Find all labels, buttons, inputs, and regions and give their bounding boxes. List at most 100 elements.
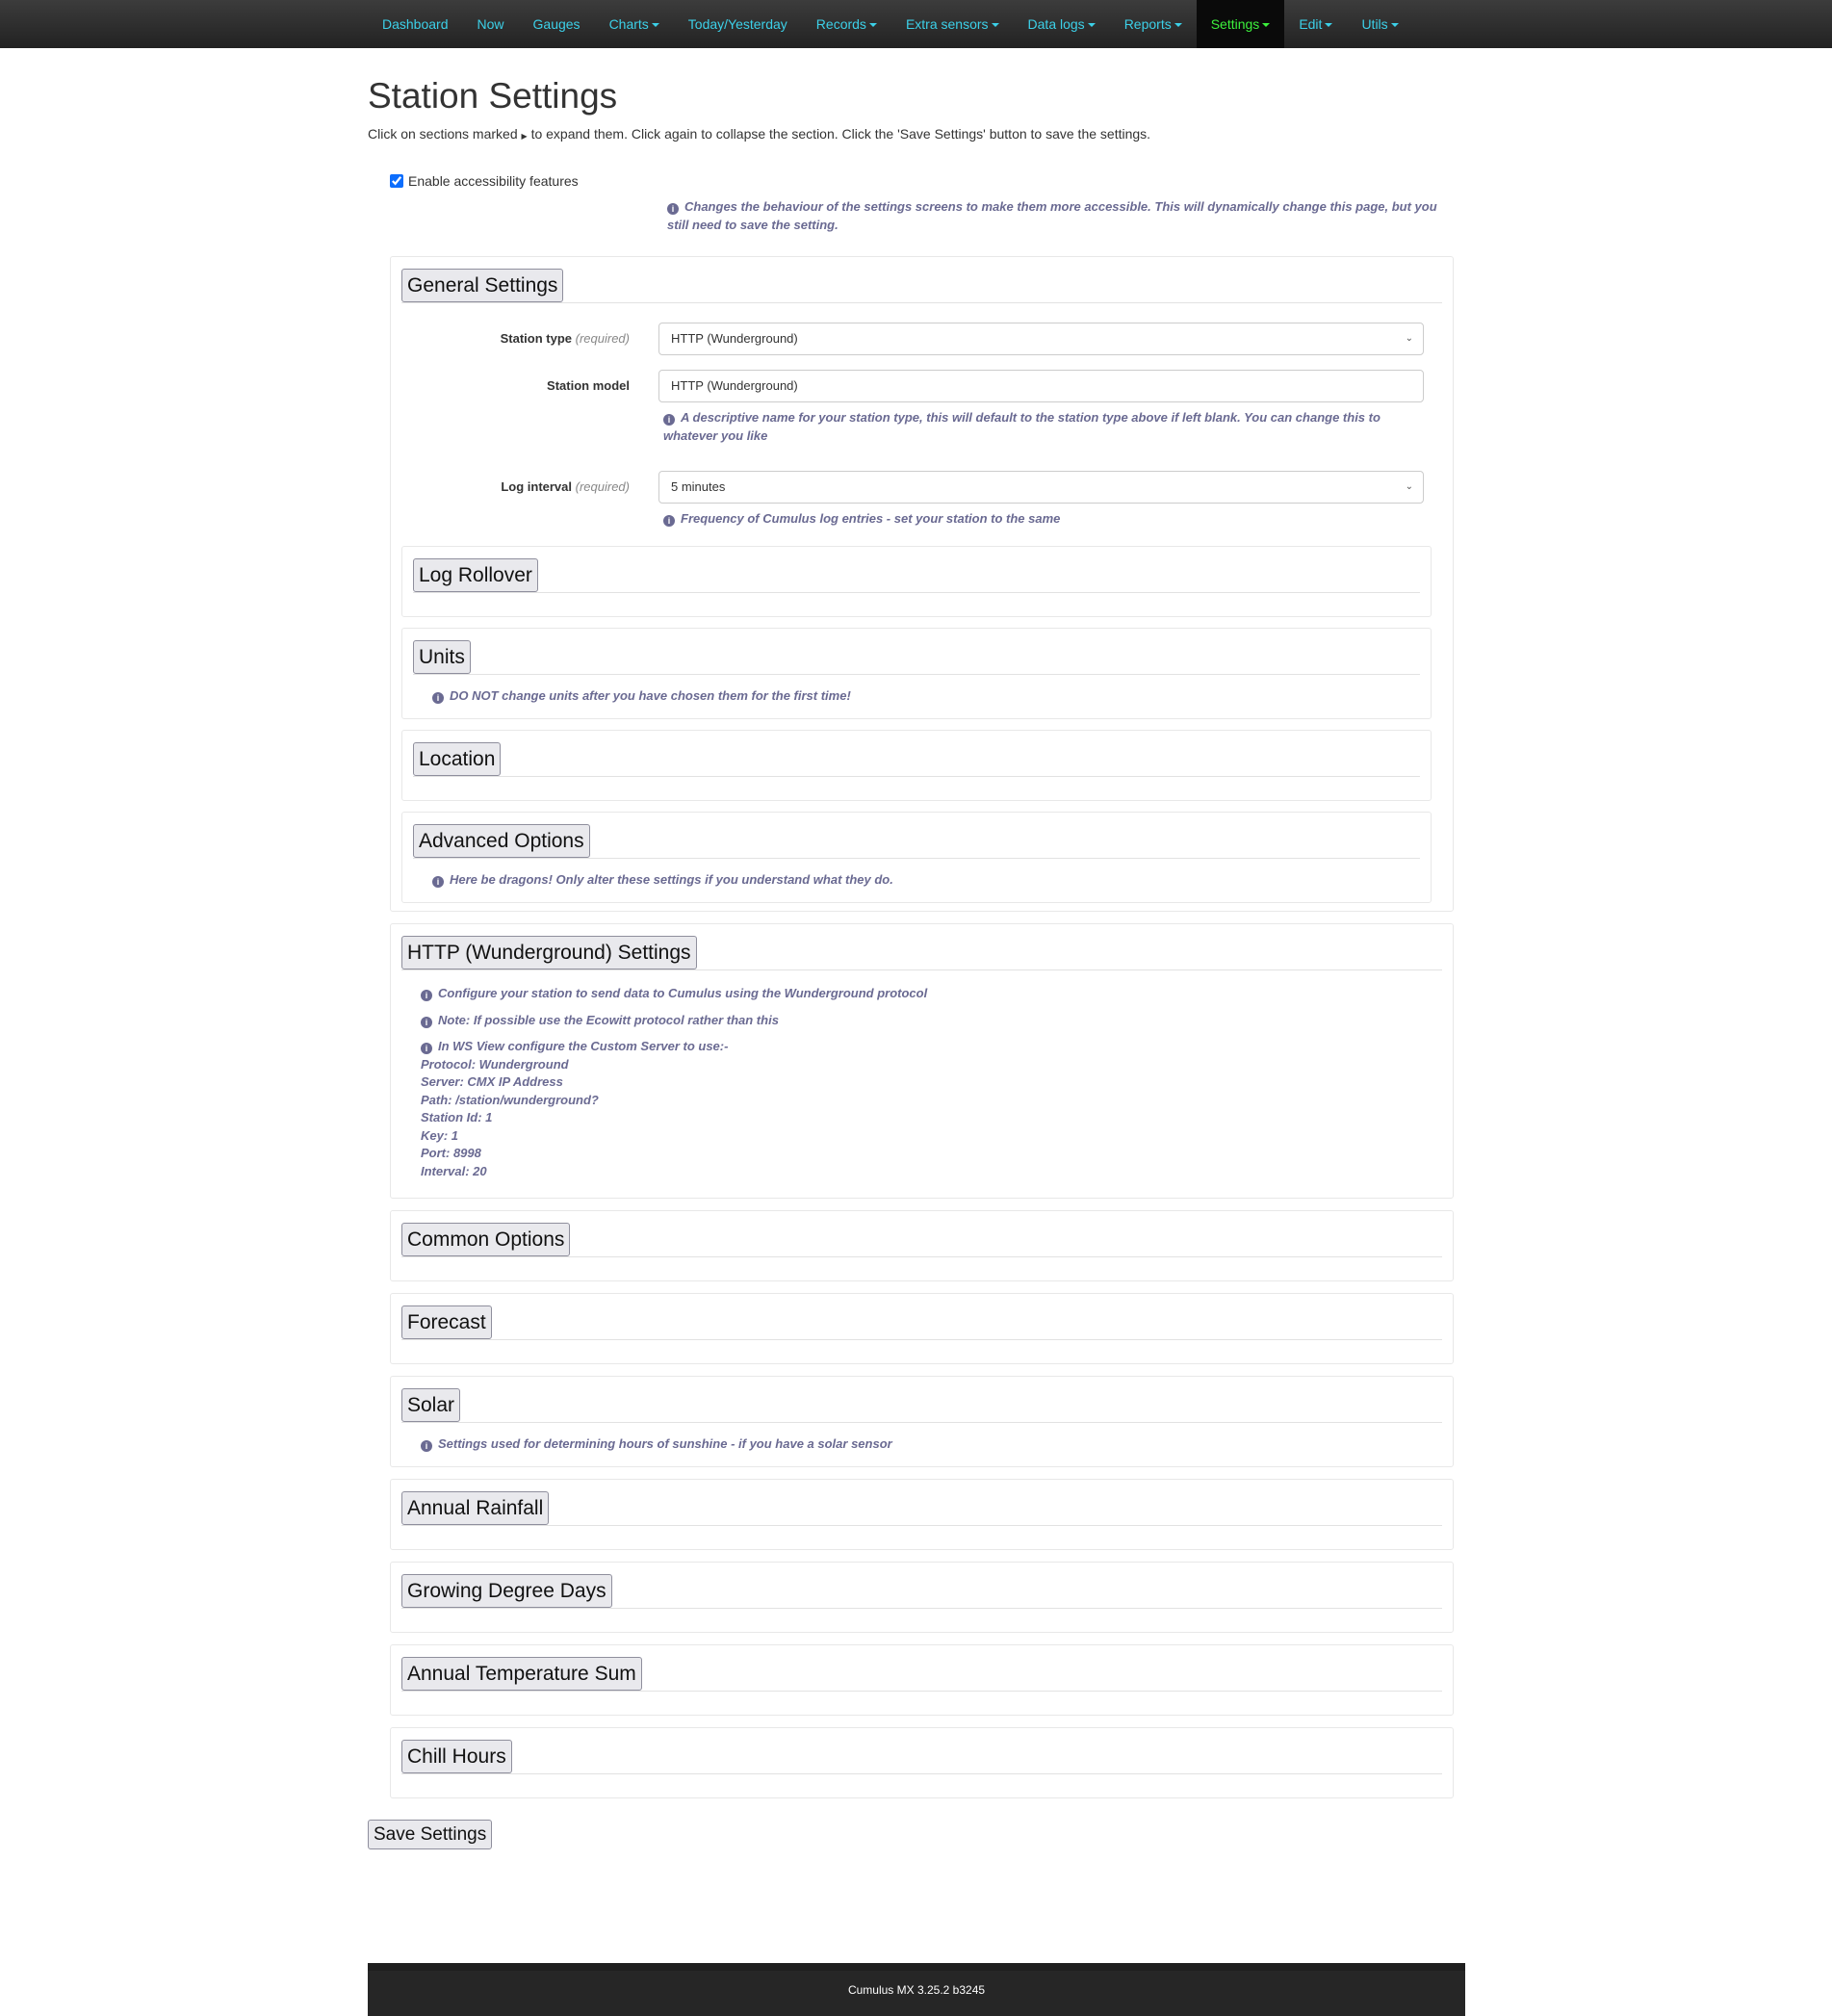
nav-label: Utils [1361, 16, 1388, 32]
station-model-row: Station model HTTP (Wunderground) iA des… [401, 370, 1442, 445]
station-model-input[interactable]: HTTP (Wunderground) [658, 370, 1424, 402]
chill-hours-toggle[interactable]: Chill Hours [401, 1740, 512, 1773]
station-model-label: Station model [547, 378, 630, 393]
chill-hours-panel: Chill Hours [390, 1727, 1454, 1798]
nav-item-extra-sensors[interactable]: Extra sensors [891, 0, 1014, 48]
save-settings-button[interactable]: Save Settings [368, 1820, 493, 1849]
intro-text: Click on sections marked ▶ to expand the… [368, 126, 1465, 142]
annual-rainfall-panel: Annual Rainfall [390, 1479, 1454, 1550]
common-options-toggle[interactable]: Common Options [401, 1223, 571, 1256]
http-help: i Configure your station to send data to … [401, 984, 1442, 1180]
page-title: Station Settings [368, 76, 618, 116]
info-icon: i [663, 414, 675, 426]
growing-degree-days-toggle[interactable]: Growing Degree Days [401, 1574, 612, 1608]
log-interval-help: i Frequency of Cumulus log entries - set … [658, 509, 1424, 528]
nav-label: Now [477, 16, 504, 32]
units-toggle[interactable]: Units [413, 640, 471, 674]
info-icon: i [432, 876, 444, 888]
info-icon: i [421, 1440, 432, 1452]
info-icon: i [667, 203, 679, 215]
annual-temperature-sum-toggle[interactable]: Annual Temperature Sum [401, 1657, 642, 1691]
footer: Cumulus MX 3.25.2 b3245 [368, 1963, 1465, 2016]
nav-label: Charts [608, 16, 649, 32]
intro-part-2: to expand them. Click again to collapse … [530, 126, 1151, 142]
info-icon: i [421, 990, 432, 1001]
caret-down-icon [1087, 23, 1096, 28]
nav-item-today-yesterday[interactable]: Today/Yesterday [674, 0, 802, 48]
nav-label: Records [815, 16, 866, 32]
nav-item-records[interactable]: Records [802, 0, 891, 48]
advanced-options-panel: Advanced Options i Here be dragons! Only … [401, 812, 1432, 903]
caret-down-icon [991, 23, 999, 28]
station-model-help: iA descriptive name for your station typ… [663, 410, 1380, 443]
log-interval-row: Log interval (required) 5 minutes ⌄ i Freq… [401, 471, 1442, 528]
caret-down-icon [651, 23, 659, 28]
location-toggle[interactable]: Location [413, 742, 502, 776]
general-settings-panel: General Settings Station type (required)… [390, 256, 1454, 912]
nav-label: Settings [1210, 16, 1260, 32]
units-panel: Units i DO NOT change units after you hav… [401, 628, 1432, 719]
location-panel: Location [401, 730, 1432, 801]
caret-down-icon [1325, 23, 1333, 28]
intro-part-1: Click on sections marked [368, 126, 518, 142]
accessibility-option: Enable accessibility features [390, 173, 1465, 189]
nav-item-reports[interactable]: Reports [1110, 0, 1197, 48]
nav-item-utils[interactable]: Utils [1347, 0, 1412, 48]
annual-temperature-sum-panel: Annual Temperature Sum [390, 1644, 1454, 1716]
caret-down-icon [1390, 23, 1399, 28]
log-rollover-toggle[interactable]: Log Rollover [413, 558, 538, 592]
main-content: Station Settings Click on sections marke… [368, 48, 1465, 1849]
nav-label: Extra sensors [905, 16, 989, 32]
nav-item-gauges[interactable]: Gauges [519, 0, 595, 48]
caret-down-icon [868, 23, 877, 28]
chevron-down-icon: ⌄ [1405, 333, 1413, 344]
annual-rainfall-toggle[interactable]: Annual Rainfall [401, 1491, 550, 1525]
config-line: Path: /station/wunderground? [421, 1092, 599, 1107]
config-line: Key: 1 [421, 1127, 459, 1143]
nav-label: Dashboard [382, 16, 449, 32]
accessibility-label[interactable]: Enable accessibility features [408, 173, 579, 189]
common-options-panel: Common Options [390, 1210, 1454, 1281]
caret-down-icon [1174, 23, 1182, 28]
info-icon: i [421, 1017, 432, 1028]
nav-item-dashboard[interactable]: Dashboard [368, 0, 463, 48]
info-icon: i [421, 1043, 432, 1054]
forecast-panel: Forecast [390, 1293, 1454, 1364]
chevron-down-icon: ⌄ [1405, 481, 1413, 492]
general-settings-toggle[interactable]: General Settings [401, 269, 564, 302]
nav-item-data-logs[interactable]: Data logs [1014, 0, 1110, 48]
nav-item-now[interactable]: Now [463, 0, 519, 48]
help-text: Changes the behaviour of the settings sc… [667, 199, 1437, 232]
solar-toggle[interactable]: Solar [401, 1388, 461, 1422]
accessibility-help: i Changes the behaviour of the settings s… [667, 197, 1447, 234]
config-line: Station Id: 1 [421, 1110, 493, 1124]
config-line: Interval: 20 [421, 1163, 487, 1178]
log-rollover-panel: Log Rollover [401, 546, 1432, 617]
nav-label: Today/Yesterday [687, 16, 787, 32]
nav-item-edit[interactable]: Edit [1284, 0, 1347, 48]
nav-label: Edit [1299, 16, 1323, 32]
nav-menu: Dashboard Now Gauges Charts Today/Yesterday R… [368, 0, 1413, 48]
station-type-row: Station type (required) HTTP (Wundergrou… [401, 323, 1442, 355]
http-settings-toggle[interactable]: HTTP (Wunderground) Settings [401, 936, 697, 969]
nav-item-charts[interactable]: Charts [595, 0, 674, 48]
log-interval-select[interactable]: 5 minutes ⌄ [658, 471, 1424, 504]
nav-label: Gauges [532, 16, 581, 32]
solar-panel: Solar i Settings used for determining hou… [390, 1376, 1454, 1467]
log-interval-label: Log interval (required) [501, 479, 630, 494]
triangle-right-icon: ▶ [521, 132, 528, 141]
station-type-label: Station type (required) [500, 331, 630, 346]
nav-label: Data logs [1027, 16, 1085, 32]
forecast-toggle[interactable]: Forecast [401, 1305, 492, 1339]
caret-down-icon [1262, 23, 1271, 28]
station-type-select[interactable]: HTTP (Wunderground) ⌄ [658, 323, 1424, 355]
accessibility-checkbox[interactable] [390, 174, 403, 188]
advanced-options-toggle[interactable]: Advanced Options [413, 824, 590, 858]
navbar: Dashboard Now Gauges Charts Today/Yesterday R… [0, 0, 1832, 48]
nav-item-settings[interactable]: Settings [1196, 0, 1285, 48]
config-line: Server: CMX IP Address [421, 1074, 563, 1089]
info-icon: i [432, 692, 444, 704]
growing-degree-days-panel: Growing Degree Days [390, 1562, 1454, 1633]
http-settings-panel: HTTP (Wunderground) Settings i Configure … [390, 923, 1454, 1199]
config-line: Protocol: Wunderground [421, 1056, 569, 1072]
